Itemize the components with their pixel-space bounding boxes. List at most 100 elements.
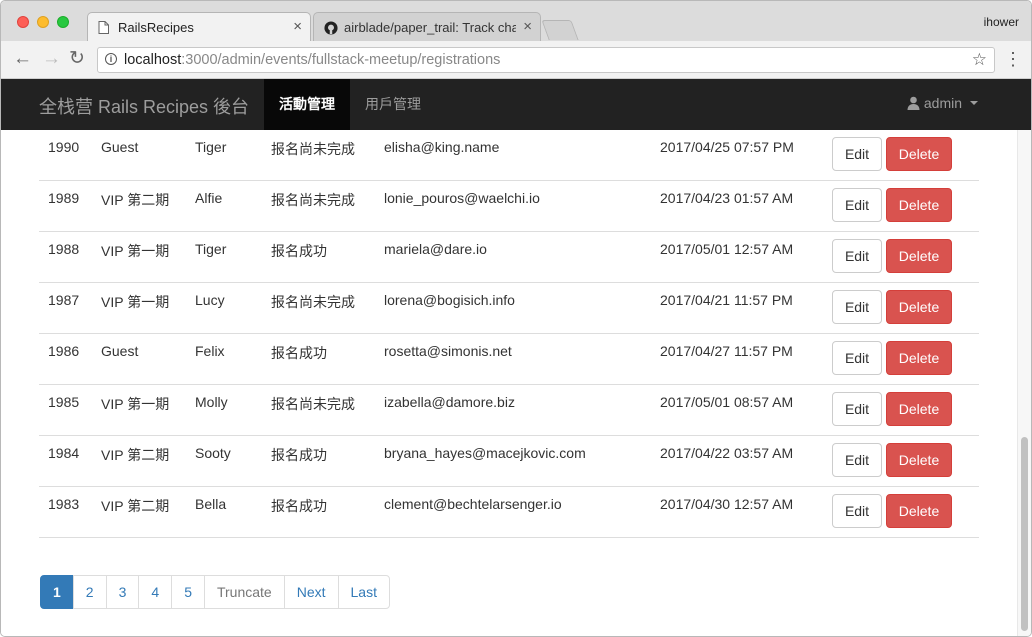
pagination: 1 2 3 4 5 Truncate Next Last: [40, 575, 390, 609]
delete-button[interactable]: Delete: [886, 443, 952, 477]
cell-status: 报名尚未完成: [271, 294, 355, 310]
page-2-link[interactable]: 2: [72, 575, 107, 609]
reload-icon[interactable]: ↻: [69, 49, 85, 69]
cell-ticket: VIP 第二期: [101, 447, 170, 463]
edit-button[interactable]: Edit: [832, 494, 882, 528]
admin-label: admin: [923, 95, 963, 111]
caret-down-icon: [969, 101, 978, 105]
main-content: 1990 Guest Tiger 报名尚未完成 elisha@king.name 2017…: [1, 130, 1017, 636]
cell-created-at: 2017/04/22 03:57 AM: [660, 445, 794, 461]
url-path: :3000/admin/events/fullstack-meetup/regi…: [181, 52, 501, 68]
edit-button[interactable]: Edit: [832, 392, 882, 426]
cell-name: Tiger: [195, 139, 227, 155]
scrollbar-thumb[interactable]: [1021, 437, 1028, 631]
delete-button[interactable]: Delete: [886, 341, 952, 375]
page-4-link[interactable]: 4: [138, 575, 173, 609]
table-row: 1987 VIP 第一期 Lucy 报名尚未完成 lorena@bogisich.inf…: [39, 283, 979, 334]
cell-email: bryana_hayes@macejkovic.com: [384, 445, 586, 461]
nav-item-events[interactable]: 活動管理: [264, 79, 350, 130]
cell-ticket: Guest: [101, 343, 139, 359]
cell-name: Felix: [195, 343, 225, 359]
close-tab-icon[interactable]: ×: [293, 18, 302, 35]
zoom-window-button[interactable]: [57, 16, 69, 28]
edit-button[interactable]: Edit: [832, 239, 882, 273]
new-tab-button[interactable]: [541, 20, 579, 40]
navbar-brand[interactable]: 全栈营 Rails Recipes 後台: [39, 93, 249, 119]
cell-ticket: Guest: [101, 139, 139, 155]
cell-email: izabella@damore.biz: [384, 394, 515, 410]
info-icon[interactable]: i: [105, 53, 117, 65]
cell-created-at: 2017/04/23 01:57 AM: [660, 190, 794, 206]
delete-button[interactable]: Delete: [886, 188, 952, 222]
page-3-link[interactable]: 3: [105, 575, 140, 609]
minimize-window-button[interactable]: [37, 16, 49, 28]
user-icon: [907, 96, 920, 113]
cell-email: rosetta@simonis.net: [384, 343, 512, 359]
nav-item-users[interactable]: 用戶管理: [350, 79, 436, 130]
page-1-link[interactable]: 1: [40, 575, 74, 609]
delete-button[interactable]: Delete: [886, 137, 952, 171]
browser-window: RailsRecipes × airblade/paper_trail: Tra…: [0, 0, 1032, 637]
tab-strip: RailsRecipes × airblade/paper_trail: Tra…: [1, 1, 1031, 41]
cell-id: 1987: [48, 292, 80, 308]
cell-id: 1986: [48, 343, 80, 359]
cell-email: elisha@king.name: [384, 139, 500, 155]
cell-email: lonie_pouros@waelchi.io: [384, 190, 540, 206]
delete-button[interactable]: Delete: [886, 290, 952, 324]
cell-created-at: 2017/04/25 07:57 PM: [660, 139, 794, 155]
admin-dropdown[interactable]: admin: [907, 95, 978, 113]
cell-name: Bella: [195, 496, 227, 512]
cell-id: 1985: [48, 394, 80, 410]
page-5-link[interactable]: 5: [171, 575, 205, 609]
more-menu-icon[interactable]: ⋮: [1004, 49, 1022, 69]
back-arrow-icon[interactable]: ←: [13, 49, 32, 69]
forward-arrow-icon[interactable]: →: [42, 49, 61, 69]
cell-name: Tiger: [195, 241, 227, 257]
last-page-link[interactable]: Last: [337, 575, 390, 609]
cell-created-at: 2017/04/27 11:57 PM: [660, 343, 793, 359]
cell-ticket: VIP 第二期: [101, 192, 170, 208]
browser-toolbar: ← → ↻ i localhost:3000/admin/events/full…: [1, 41, 1031, 79]
cell-status: 报名成功: [271, 345, 327, 361]
github-icon: [324, 21, 338, 40]
bookmark-star-icon[interactable]: ☆: [972, 50, 987, 70]
delete-button[interactable]: Delete: [886, 494, 952, 528]
cell-status: 报名成功: [271, 243, 327, 259]
next-page-link[interactable]: Next: [283, 575, 339, 609]
edit-button[interactable]: Edit: [832, 443, 882, 477]
cell-status: 报名尚未完成: [271, 141, 355, 157]
close-window-button[interactable]: [17, 16, 29, 28]
delete-button[interactable]: Delete: [886, 239, 952, 273]
table-row: 1983 VIP 第二期 Bella 报名成功 clement@bechtelarsen…: [39, 487, 979, 538]
table-row: 1984 VIP 第二期 Sooty 报名成功 bryana_hayes@macejko…: [39, 436, 979, 487]
tab-paper-trail[interactable]: airblade/paper_trail: Track cha ×: [313, 12, 541, 41]
tab-railsrecipes[interactable]: RailsRecipes ×: [87, 12, 311, 41]
edit-button[interactable]: Edit: [832, 188, 882, 222]
cell-id: 1983: [48, 496, 80, 512]
vertical-scrollbar[interactable]: [1017, 130, 1031, 636]
tab-title: airblade/paper_trail: Track cha: [344, 20, 516, 35]
page-gap: Truncate: [203, 575, 285, 609]
edit-button[interactable]: Edit: [832, 137, 882, 171]
table-row: 1988 VIP 第一期 Tiger 报名成功 mariela@dare.io 2017/…: [39, 232, 979, 283]
table-row: 1990 Guest Tiger 报名尚未完成 elisha@king.name 2017…: [39, 130, 979, 181]
cell-ticket: VIP 第一期: [101, 396, 170, 412]
cell-name: Alfie: [195, 190, 223, 206]
cell-status: 报名成功: [271, 498, 327, 514]
cell-name: Molly: [195, 394, 228, 410]
url-host: localhost: [124, 52, 182, 68]
profile-name[interactable]: ihower: [984, 15, 1019, 29]
cell-id: 1984: [48, 445, 80, 461]
cell-created-at: 2017/05/01 08:57 AM: [660, 394, 794, 410]
delete-button[interactable]: Delete: [886, 392, 952, 426]
cell-id: 1988: [48, 241, 80, 257]
cell-status: 报名尚未完成: [271, 192, 355, 208]
address-bar[interactable]: i localhost:3000/admin/events/fullstack-…: [97, 47, 995, 73]
cell-ticket: VIP 第一期: [101, 294, 170, 310]
cell-ticket: VIP 第一期: [101, 243, 170, 259]
edit-button[interactable]: Edit: [832, 341, 882, 375]
url-text[interactable]: localhost:3000/admin/events/fullstack-me…: [124, 52, 500, 68]
close-tab-icon[interactable]: ×: [523, 18, 532, 35]
edit-button[interactable]: Edit: [832, 290, 882, 324]
cell-ticket: VIP 第二期: [101, 498, 170, 514]
